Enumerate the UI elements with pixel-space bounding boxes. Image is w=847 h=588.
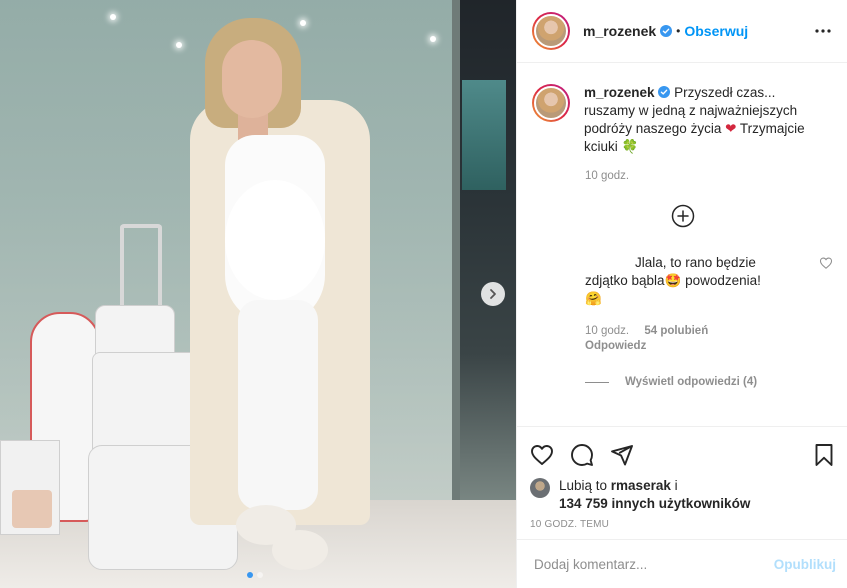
like-icon[interactable]: [530, 443, 554, 467]
follow-button[interactable]: Obserwuj: [684, 23, 748, 39]
post-photo[interactable]: [0, 0, 516, 588]
comment-line: zdjątko bąbla🤩 powodzenia!: [585, 272, 785, 290]
post-actions: Lubią to rmaserak i 134 759 innych użytk…: [517, 426, 847, 530]
background-room: [460, 0, 516, 505]
likes-prefix: Lubią to: [559, 478, 611, 493]
next-arrow-icon: [490, 289, 496, 299]
caption-avatar[interactable]: [532, 84, 570, 122]
clover-emoji: 🍀: [621, 139, 639, 154]
carousel-dots: [247, 572, 263, 578]
likes-summary: Lubią to rmaserak i 134 759 innych użytk…: [530, 477, 836, 513]
author-avatar[interactable]: [532, 12, 570, 50]
carousel-dot-active: [247, 572, 253, 578]
more-options-button[interactable]: [811, 19, 835, 43]
comment-input[interactable]: [534, 556, 774, 572]
like-comment-icon[interactable]: [819, 256, 833, 270]
comment-line-text: zdjątko bąbla: [585, 273, 665, 288]
slipper: [272, 530, 328, 570]
next-photo-button[interactable]: [481, 282, 505, 306]
comment-likes[interactable]: 54 polubień: [644, 325, 708, 337]
author-username[interactable]: m_rozenek: [583, 23, 656, 39]
comment-text: Jlala, to rano będzie zdjątko bąbla🤩 pow…: [585, 254, 785, 308]
load-more-comments: [532, 204, 833, 228]
view-replies-button[interactable]: Wyświetl odpowiedzi (4): [585, 376, 833, 388]
post-timestamp: 10 GODZ. TEMU: [530, 519, 610, 530]
post-header: m_rozenek • Obserwuj: [517, 0, 847, 63]
product-box-picture: [12, 490, 52, 528]
save-icon[interactable]: [812, 443, 836, 467]
action-bar: [530, 435, 836, 475]
likes-suffix: i: [670, 478, 678, 493]
reply-button[interactable]: Odpowiedz: [585, 339, 833, 354]
ceiling-light: [110, 14, 116, 20]
liker-avatar[interactable]: [530, 478, 550, 498]
suitcase-handle: [120, 224, 162, 314]
verified-icon: [660, 25, 673, 37]
caption: m_rozenek Przyszedł czas... ruszamy w je…: [532, 84, 833, 156]
background-window: [462, 80, 506, 190]
heart-emoji: ❤: [725, 121, 737, 136]
carousel-dot: [257, 572, 263, 578]
header-separator: •: [676, 24, 681, 38]
caption-time: 10 godz.: [585, 170, 630, 182]
comment-icon[interactable]: [570, 443, 594, 467]
ceiling-light: [300, 20, 306, 26]
glass-frame: [452, 0, 460, 505]
liker-username[interactable]: rmaserak: [611, 478, 671, 493]
comment-item: Jlala, to rano będzie zdjątko bąbla🤩 pow…: [532, 254, 833, 308]
ceiling-light: [430, 36, 436, 42]
add-comment-bar: Opublikuj: [517, 539, 847, 588]
ceiling-light: [176, 42, 182, 48]
comment-time: 10 godz.: [585, 325, 630, 337]
comment-meta: 10 godz. 54 polubień Odpowiedz: [585, 324, 833, 354]
more-options-icon: [815, 29, 831, 33]
comment-line: Jlala, to rano będzie: [635, 255, 756, 270]
likes-text[interactable]: Lubią to rmaserak i 134 759 innych użytk…: [559, 477, 750, 513]
face: [222, 40, 282, 118]
caption-username[interactable]: m_rozenek: [584, 85, 655, 100]
comments-section: m_rozenek Przyszedł czas... ruszamy w je…: [517, 64, 847, 426]
post-sidebar: m_rozenek • Obserwuj m_rozenek Przyszedł…: [516, 0, 847, 588]
view-replies-label: Wyświetl odpowiedzi (4): [625, 376, 758, 388]
comment-line-text: powodzenia!: [681, 273, 761, 288]
hug-emoji: 🤗: [585, 291, 602, 306]
likes-count[interactable]: 134 759 innych użytkowników: [559, 496, 750, 511]
white-leggings: [238, 300, 318, 510]
add-comment-icon[interactable]: [671, 204, 695, 228]
belly: [225, 180, 325, 300]
share-icon[interactable]: [610, 443, 634, 467]
verified-icon: [658, 86, 671, 98]
publish-button[interactable]: Opublikuj: [774, 557, 836, 572]
star-eyes-emoji: 🤩: [664, 273, 682, 288]
caption-text: m_rozenek Przyszedł czas... ruszamy w je…: [584, 84, 819, 156]
